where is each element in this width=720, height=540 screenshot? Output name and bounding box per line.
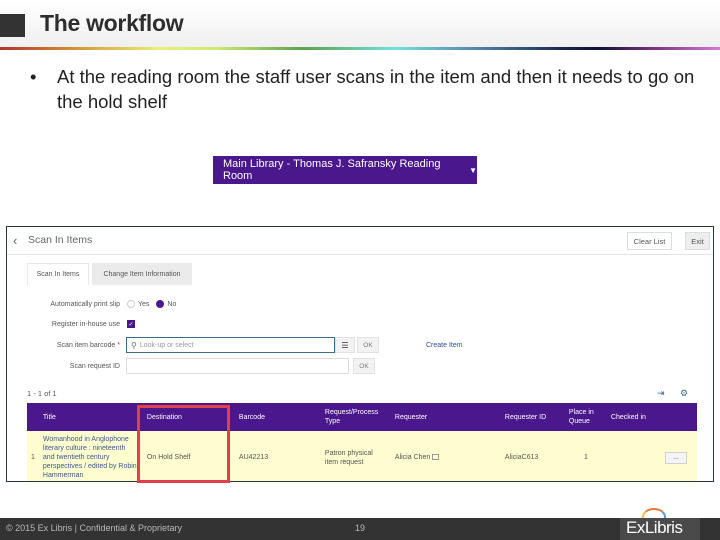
barcode-row: Scan item barcode * ⚲ Look-up or select ☰… xyxy=(7,337,379,353)
back-arrow-icon[interactable]: ‹ xyxy=(13,233,17,248)
slide-footer: © 2015 Ex Libris | Confidential & Propri… xyxy=(0,518,720,540)
requester-name: Alicia Chen xyxy=(394,454,431,461)
bullet-text: At the reading room the staff user scans… xyxy=(57,66,695,112)
barcode-cell: AU42213 xyxy=(234,431,321,481)
col-title[interactable]: Title xyxy=(38,403,143,431)
list-select-button[interactable]: ☰ xyxy=(335,337,355,353)
page-header: ‹ Scan In Items Clear List Exit xyxy=(7,227,713,255)
clear-list-button[interactable]: Clear List xyxy=(627,232,672,250)
user-card-icon[interactable] xyxy=(432,454,440,461)
list-icon: ☰ xyxy=(341,340,349,350)
barcode-input[interactable]: ⚲ Look-up or select xyxy=(126,337,335,353)
col-checked-in[interactable]: Checked in xyxy=(606,403,697,431)
request-type-cell: Patron physical item request xyxy=(320,431,391,481)
exit-button[interactable]: Exit xyxy=(685,232,710,250)
exlibris-logo: ExLibris xyxy=(620,518,700,540)
required-marker: * xyxy=(117,341,120,349)
copyright-text: © 2015 Ex Libris | Confidential & Propri… xyxy=(6,523,183,533)
barcode-label-text: Scan item barcode xyxy=(56,341,116,349)
col-destination[interactable]: Destination xyxy=(142,403,235,431)
tab-change-item-information[interactable]: Change Item Information xyxy=(92,263,192,285)
print-slip-row: Automatically print slip Yes No xyxy=(7,296,176,312)
barcode-placeholder: Look-up or select xyxy=(139,341,194,349)
results-count: 1 - 1 of 1 xyxy=(27,389,57,398)
create-item-link[interactable]: Create Item xyxy=(426,342,463,349)
requester-id-cell: AliciaC613 xyxy=(500,431,565,481)
results-table: Title Destination Barcode Request/Proces… xyxy=(27,403,697,481)
request-id-label: Scan request ID xyxy=(69,362,120,370)
page-title: Scan In Items xyxy=(28,234,93,246)
inhouse-use-label: Register in-house use xyxy=(51,320,120,328)
table-header-row: Title Destination Barcode Request/Proces… xyxy=(27,403,697,431)
row-number: 1 xyxy=(27,431,39,481)
request-id-input[interactable] xyxy=(126,358,349,374)
col-number xyxy=(27,403,39,431)
rainbow-divider xyxy=(0,47,720,50)
search-icon: ⚲ xyxy=(131,340,137,350)
tab-bar: Scan In Items Change Item Information xyxy=(27,263,192,285)
request-id-row: Scan request ID OK xyxy=(7,358,375,374)
slide-title: The workflow xyxy=(40,10,184,36)
page-number: 19 xyxy=(355,523,366,533)
destination-cell: On Hold Shelf xyxy=(142,431,235,481)
inhouse-use-row: Register in-house use ✓ xyxy=(7,316,135,332)
bullet-point: • At the reading room the staff user sca… xyxy=(30,64,710,114)
col-request-type[interactable]: Request/Process Type xyxy=(320,403,391,431)
location-label: Main Library - Thomas J. Safransky Readi… xyxy=(223,158,441,182)
col-requester[interactable]: Requester xyxy=(390,403,501,431)
inhouse-use-checkbox[interactable]: ✓ xyxy=(127,320,135,328)
bullet-dot: • xyxy=(30,66,37,87)
col-place-in-queue[interactable]: Place in Queue xyxy=(564,403,607,431)
col-barcode[interactable]: Barcode xyxy=(234,403,321,431)
place-in-queue-cell: 1 xyxy=(564,431,607,481)
settings-icon[interactable]: ⚙ xyxy=(680,388,688,399)
print-slip-yes-radio[interactable] xyxy=(127,300,135,308)
col-requester-id[interactable]: Requester ID xyxy=(500,403,565,431)
scan-in-items-screenshot: ‹ Scan In Items Clear List Exit Scan In … xyxy=(6,226,714,482)
print-slip-no-radio[interactable] xyxy=(156,300,165,308)
row-actions-button[interactable]: ... xyxy=(665,451,687,464)
print-slip-label: Automatically print slip xyxy=(50,300,120,308)
tab-scan-in-items[interactable]: Scan In Items xyxy=(27,263,89,285)
table-row: 1 Womanhood in Anglophone literary cultu… xyxy=(27,431,697,481)
location-dropdown[interactable]: Main Library - Thomas J. Safransky Readi… xyxy=(213,156,477,184)
request-ok-button[interactable]: OK xyxy=(353,358,375,374)
export-icon[interactable]: ⇥ xyxy=(657,388,665,399)
checked-in-cell: ... xyxy=(606,431,697,481)
item-title-link[interactable]: Womanhood in Anglophone literary culture… xyxy=(43,436,137,479)
barcode-ok-button[interactable]: OK xyxy=(357,337,379,353)
logo-text: ExLibris xyxy=(626,518,683,537)
title-marker xyxy=(0,14,25,37)
requester-cell: Alicia Chen xyxy=(390,431,501,481)
print-slip-yes-label: Yes xyxy=(138,300,150,308)
print-slip-no-label: No xyxy=(167,300,177,308)
barcode-label: Scan item barcode * xyxy=(57,342,120,349)
slide-header: The workflow xyxy=(0,0,720,47)
chevron-down-icon: ▼ xyxy=(469,165,477,175)
